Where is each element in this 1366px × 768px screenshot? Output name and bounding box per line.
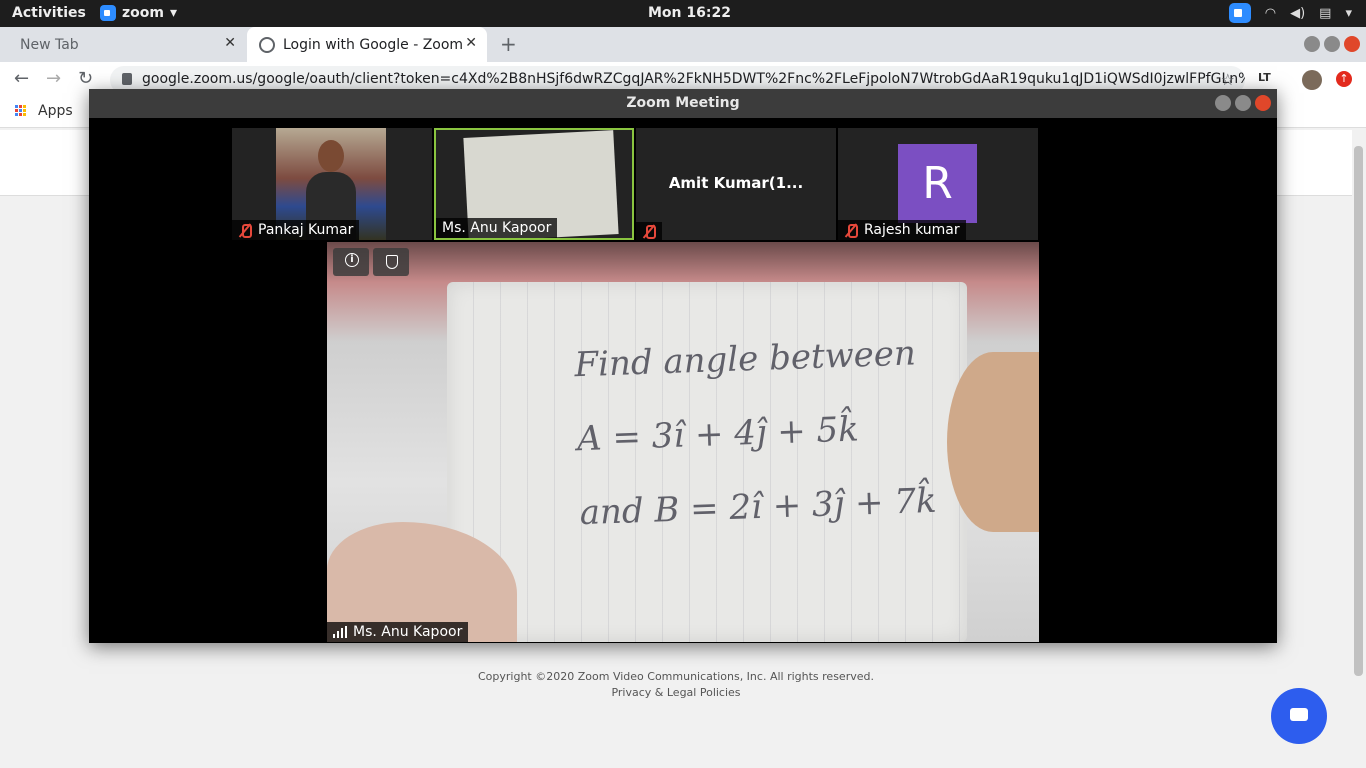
star-icon[interactable]: ☆ xyxy=(1221,70,1235,89)
clock[interactable]: Mon 16:22 xyxy=(648,5,731,21)
maximize-icon[interactable] xyxy=(1235,95,1251,111)
system-top-bar: Activities zoom ▾ Mon 16:22 ◠ ◀) ▤ ▾ xyxy=(0,0,1366,27)
extension-icon[interactable]: LT xyxy=(1258,71,1271,84)
browser-window-controls xyxy=(1304,36,1360,52)
participant-tile-pankaj[interactable]: Pankaj Kumar xyxy=(232,128,432,240)
app-menu-label: zoom xyxy=(122,5,164,21)
zoom-app-icon xyxy=(100,5,116,21)
close-icon[interactable]: ✕ xyxy=(224,35,236,51)
app-menu[interactable]: zoom ▾ xyxy=(100,5,177,21)
copyright-text: Copyright ©2020 Zoom Video Communication… xyxy=(478,670,874,683)
participant-name-label xyxy=(636,222,662,240)
participant-name: Amit Kumar(1... xyxy=(668,174,804,192)
globe-icon xyxy=(259,36,275,53)
zoom-window-controls xyxy=(1215,95,1271,111)
maximize-icon[interactable] xyxy=(1324,36,1340,52)
scrollbar-thumb[interactable] xyxy=(1354,146,1363,676)
minimize-icon[interactable] xyxy=(1304,36,1320,52)
participant-name-label: Rajesh kumar xyxy=(838,220,966,240)
bookmark-apps[interactable]: Apps xyxy=(38,103,73,119)
participant-name-label: Ms. Anu Kapoor xyxy=(436,218,558,238)
zoom-tray-icon[interactable] xyxy=(1228,3,1251,23)
avatar: R xyxy=(898,144,977,223)
back-arrow-icon[interactable]: ← xyxy=(14,68,29,89)
profile-avatar[interactable] xyxy=(1302,70,1322,90)
security-shield-button[interactable] xyxy=(373,248,409,276)
url-text: google.zoom.us/google/oauth/client?token… xyxy=(142,71,1245,87)
whiteboard-text: Find angle between A = 3î + 4ĵ + 5k̂ and… xyxy=(573,333,938,534)
muted-mic-icon xyxy=(844,223,858,238)
wifi-icon: ◠ xyxy=(1264,5,1277,21)
main-speaker-video: Find angle between A = 3î + 4ĵ + 5k̂ and… xyxy=(327,242,1039,642)
privacy-link[interactable]: Privacy & Legal Policies xyxy=(0,686,1352,699)
zoom-window-title: Zoom Meeting xyxy=(89,89,1277,118)
chat-button[interactable] xyxy=(1271,688,1327,744)
reload-icon[interactable]: ↻ xyxy=(78,68,93,89)
clipboard-icon: ▤ xyxy=(1319,5,1332,21)
system-tray[interactable]: ◠ ◀) ▤ ▾ xyxy=(1228,3,1352,23)
new-tab-button[interactable]: + xyxy=(500,32,517,56)
zoom-meeting-window: Zoom Meeting Pankaj Kumar Ms. Anu Kapoor… xyxy=(89,89,1277,643)
participant-tile-amit[interactable]: Amit Kumar(1... xyxy=(636,128,836,240)
forward-arrow-icon[interactable]: → xyxy=(46,68,61,89)
update-icon[interactable]: ↑ xyxy=(1336,71,1352,87)
lock-icon xyxy=(122,73,132,85)
participant-tile-rajesh[interactable]: R Rajesh kumar xyxy=(838,128,1038,240)
tab-label: Login with Google - Zoom xyxy=(283,36,464,53)
minimize-icon[interactable] xyxy=(1215,95,1231,111)
activities-button[interactable]: Activities xyxy=(12,5,86,21)
close-icon[interactable]: ✕ xyxy=(465,35,477,51)
participant-tile-anu[interactable]: Ms. Anu Kapoor xyxy=(434,128,634,240)
participant-name-label: Pankaj Kumar xyxy=(232,220,360,240)
chevron-down-icon: ▾ xyxy=(1345,5,1352,21)
main-speaker-label: Ms. Anu Kapoor xyxy=(327,622,469,642)
muted-mic-icon xyxy=(642,224,656,239)
volume-icon: ◀) xyxy=(1290,5,1306,21)
meeting-info-button[interactable] xyxy=(333,248,369,276)
tab-label: New Tab xyxy=(20,36,79,53)
chevron-down-icon: ▾ xyxy=(169,5,178,21)
close-window-icon[interactable] xyxy=(1255,95,1271,111)
close-window-icon[interactable] xyxy=(1344,36,1360,52)
muted-mic-icon xyxy=(238,223,252,238)
page-scrollbar[interactable] xyxy=(1352,128,1366,768)
tab-new-tab[interactable]: New Tab ✕ xyxy=(8,27,246,62)
tab-login-with-google[interactable]: Login with Google - Zoom ✕ xyxy=(247,27,487,62)
tab-strip: New Tab ✕ Login with Google - Zoom ✕ xyxy=(0,27,1366,62)
signal-strength-icon xyxy=(333,626,347,638)
apps-grid-icon xyxy=(15,105,27,117)
